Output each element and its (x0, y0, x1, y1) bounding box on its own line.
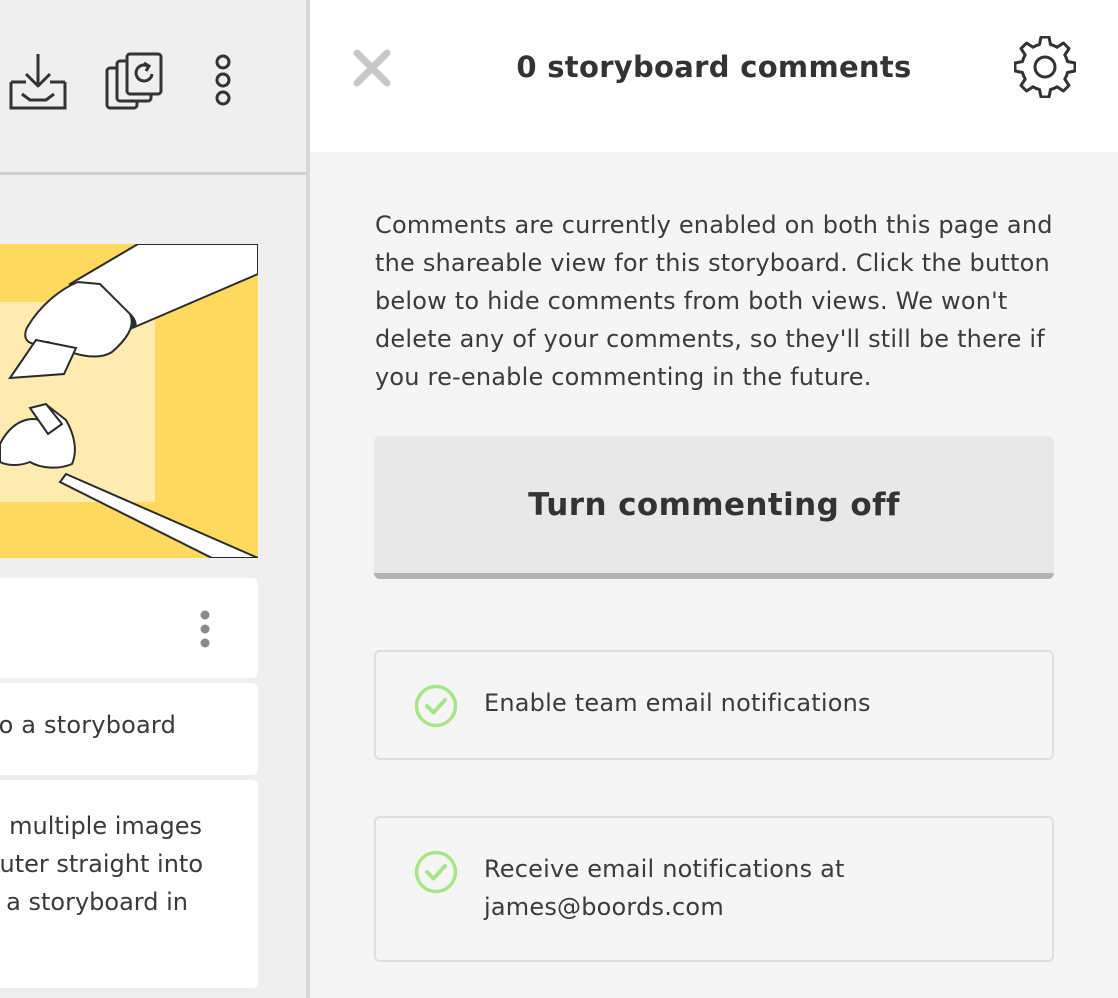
option-label: Receive email notifications at james@boo… (484, 850, 845, 926)
notification-email: james@boords.com (484, 893, 724, 921)
frame-description-line: a storyboard in (6, 888, 188, 916)
option-label: Enable team email notifications (484, 689, 871, 717)
frame-card-description[interactable]: multiple images uter straight into a sto… (0, 780, 258, 988)
option-label-line: Receive email notifications at (484, 855, 845, 883)
download-icon[interactable] (8, 52, 68, 112)
frame-description-line: uter straight into (0, 850, 203, 878)
storyboard-editor-pane: o a storyboard multiple images uter stra… (0, 0, 308, 998)
comments-panel-header: 0 storyboard comments (310, 0, 1118, 152)
frame-toolbar (0, 0, 308, 175)
receive-email-notifications-option[interactable]: Receive email notifications at james@boo… (374, 816, 1054, 962)
frame-card-title[interactable]: o a storyboard (0, 683, 258, 775)
comments-panel: 0 storyboard comments Comments are curre… (310, 0, 1118, 998)
duplicate-icon[interactable] (104, 52, 164, 112)
gear-icon[interactable] (1013, 35, 1077, 102)
frame-card-header (0, 578, 258, 678)
team-email-notifications-option[interactable]: Enable team email notifications (374, 650, 1054, 760)
turn-commenting-off-button[interactable]: Turn commenting off (374, 436, 1054, 579)
panel-title: 0 storyboard comments (516, 50, 912, 84)
frame-title-text: o a storyboard (0, 711, 176, 739)
check-circle-icon[interactable] (414, 684, 458, 732)
frame-more-icon[interactable] (198, 610, 212, 652)
comments-info-text: Comments are currently enabled on both t… (375, 211, 1053, 391)
frame-description-line: multiple images (9, 812, 202, 840)
frame-image[interactable] (0, 244, 258, 558)
check-circle-icon[interactable] (414, 850, 458, 898)
more-vertical-icon[interactable] (212, 54, 234, 108)
